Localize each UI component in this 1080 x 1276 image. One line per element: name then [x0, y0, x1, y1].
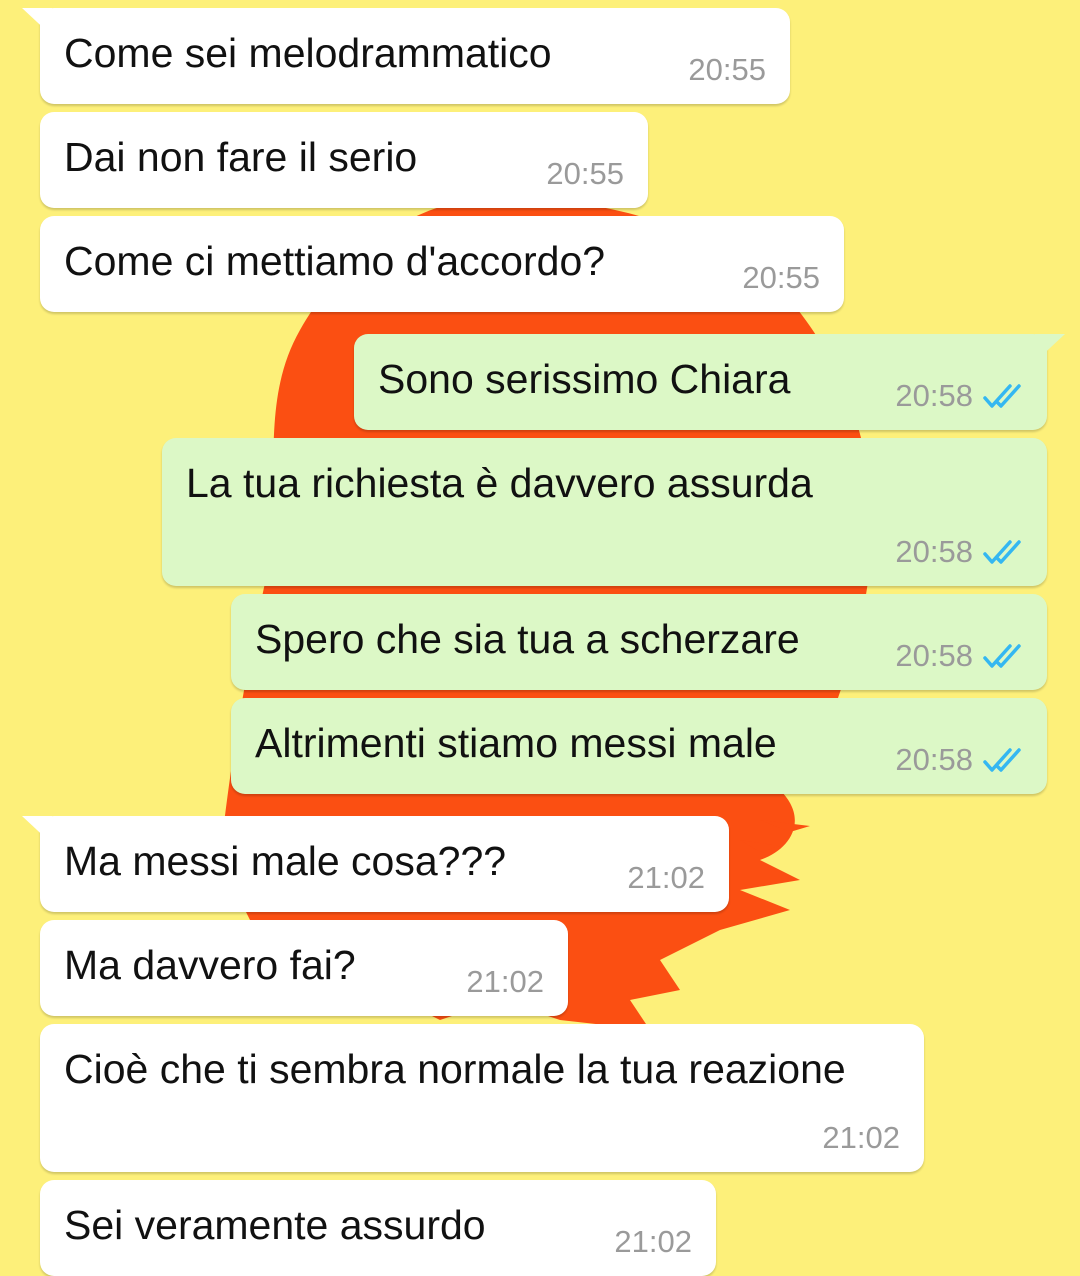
message-meta: 20:58 — [895, 742, 1023, 778]
message-text: Cioè che ti sembra normale la tua reazio… — [64, 1046, 846, 1092]
message-time: 21:02 — [822, 1120, 900, 1155]
message-text: Dai non fare il serio — [64, 134, 418, 180]
read-ticks-icon — [983, 748, 1021, 772]
message-meta: 20:58 — [895, 638, 1023, 674]
message-meta: 21:02 — [614, 1224, 692, 1260]
message-text: Altrimenti stiamo messi male — [255, 720, 777, 766]
read-ticks-icon — [983, 540, 1021, 564]
message-time: 20:55 — [742, 260, 820, 295]
message-time: 21:02 — [466, 964, 544, 999]
message-time: 20:55 — [546, 156, 624, 191]
message-text: Come sei melodrammatico — [64, 30, 552, 76]
read-ticks-icon — [983, 644, 1021, 668]
message-text: Ma davvero fai? — [64, 942, 356, 988]
message-meta: 20:55 — [546, 156, 624, 192]
message-time: 21:02 — [614, 1224, 692, 1259]
message-time: 20:58 — [895, 638, 973, 673]
message-text: Ma messi male cosa??? — [64, 838, 507, 884]
message-time: 21:02 — [627, 860, 705, 895]
bubble-tail — [22, 8, 52, 36]
message-bubble-incoming[interactable]: Come sei melodrammatico 20:55 — [22, 8, 790, 104]
message-text: Sei veramente assurdo — [64, 1202, 486, 1248]
message-meta: 20:55 — [742, 260, 820, 296]
message-bubble-incoming[interactable]: Sei veramente assurdo 21:02 — [40, 1180, 716, 1276]
chat-thread: Come sei melodrammatico 20:55 Dai non fa… — [0, 0, 1080, 1276]
message-bubble-outgoing[interactable]: La tua richiesta è davvero assurda 20:58 — [162, 438, 1047, 586]
message-bubble-outgoing[interactable]: Altrimenti stiamo messi male 20:58 — [231, 698, 1047, 794]
message-time: 20:58 — [895, 378, 973, 413]
message-bubble-incoming[interactable]: Ma messi male cosa??? 21:02 — [22, 816, 729, 912]
message-text: La tua richiesta è davvero assurda — [186, 460, 813, 506]
message-bubble-outgoing[interactable]: Sono serissimo Chiara 20:58 — [354, 334, 1065, 430]
message-time: 20:58 — [895, 534, 973, 569]
bubble-tail — [22, 816, 52, 844]
message-meta: 20:58 — [895, 534, 1023, 570]
read-ticks-icon — [983, 384, 1021, 408]
message-meta: 20:58 — [895, 378, 1023, 414]
message-bubble-incoming[interactable]: Come ci mettiamo d'accordo? 20:55 — [40, 216, 844, 312]
message-text: Come ci mettiamo d'accordo? — [64, 238, 606, 284]
message-bubble-incoming[interactable]: Dai non fare il serio 20:55 — [40, 112, 648, 208]
message-bubble-incoming[interactable]: Ma davvero fai? 21:02 — [40, 920, 568, 1016]
message-meta: 21:02 — [466, 964, 544, 1000]
message-time: 20:58 — [895, 742, 973, 777]
message-time: 20:55 — [688, 52, 766, 87]
message-bubble-incoming[interactable]: Cioè che ti sembra normale la tua reazio… — [40, 1024, 924, 1172]
message-bubble-outgoing[interactable]: Spero che sia tua a scherzare 20:58 — [231, 594, 1047, 690]
message-meta: 20:55 — [688, 52, 766, 88]
message-meta: 21:02 — [822, 1120, 900, 1156]
message-text: Sono serissimo Chiara — [378, 356, 791, 402]
bubble-tail — [1035, 334, 1065, 362]
message-meta: 21:02 — [627, 860, 705, 896]
message-text: Spero che sia tua a scherzare — [255, 616, 800, 662]
